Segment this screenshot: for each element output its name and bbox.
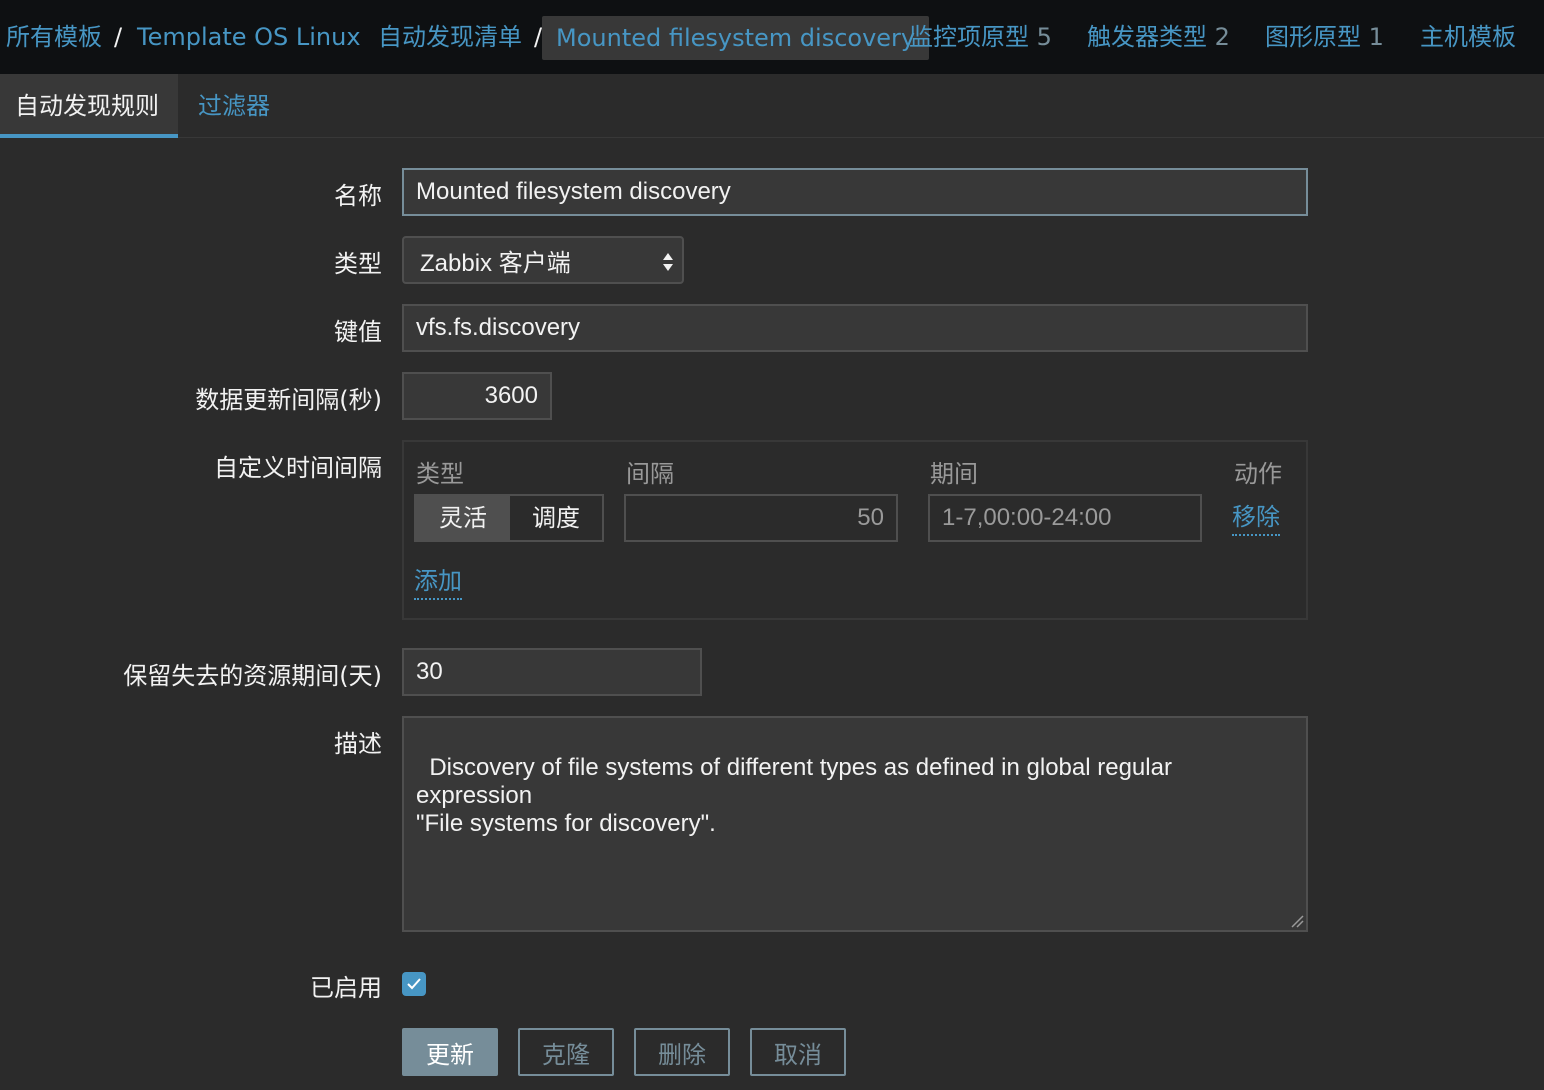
interval-type-flexible[interactable]: 灵活: [416, 496, 510, 540]
nav-graph-prototypes[interactable]: 图形原型 1: [1265, 0, 1384, 74]
keep-lost-resources-input[interactable]: 30: [402, 648, 702, 696]
add-interval-link[interactable]: 添加: [414, 564, 462, 600]
breadcrumb-template[interactable]: Template OS Linux: [137, 0, 361, 74]
interval-type-toggle: 灵活 调度: [414, 494, 604, 542]
delete-button[interactable]: 删除: [634, 1028, 730, 1076]
select-arrows-icon: [663, 253, 673, 271]
top-navigation: 所有模板 / Template OS Linux 自动发现清单 / Mounte…: [0, 0, 1544, 74]
update-interval-input[interactable]: 3600: [402, 372, 552, 420]
resize-handle-icon[interactable]: [1290, 914, 1304, 928]
type-label: 类型: [334, 250, 382, 278]
nav-host-prototypes[interactable]: 主机模板: [1420, 0, 1516, 74]
period-input[interactable]: 1-7,00:00-24:00: [928, 494, 1202, 542]
breadcrumb-discovery-list[interactable]: 自动发现清单: [378, 0, 522, 74]
type-select-value: Zabbix 客户端: [420, 249, 571, 277]
type-select[interactable]: Zabbix 客户端: [402, 236, 684, 284]
keep-lost-resources-label: 保留失去的资源期间(天): [123, 662, 382, 690]
breadcrumb-separator: /: [534, 23, 543, 51]
update-button[interactable]: 更新: [402, 1028, 498, 1076]
remove-interval-link[interactable]: 移除: [1232, 500, 1280, 536]
tab-filters[interactable]: 过滤器: [183, 74, 285, 138]
update-interval-label: 数据更新间隔(秒): [195, 386, 382, 414]
item-prototypes-label: 监控项原型: [909, 23, 1029, 51]
breadcrumb-separator: /: [114, 23, 123, 51]
nav-item-prototypes[interactable]: 监控项原型 5: [909, 0, 1052, 74]
cancel-button[interactable]: 取消: [750, 1028, 846, 1076]
key-input[interactable]: vfs.fs.discovery: [402, 304, 1308, 352]
column-header-action: 动作: [1234, 460, 1282, 488]
trigger-prototypes-label: 触发器类型: [1087, 23, 1207, 51]
interval-input[interactable]: 50: [624, 494, 898, 542]
name-label: 名称: [334, 182, 382, 210]
graph-prototypes-label: 图形原型: [1265, 23, 1361, 51]
custom-intervals-label: 自定义时间间隔: [214, 454, 382, 482]
tab-bar: 自动发现规则 过滤器: [0, 74, 1544, 138]
column-header-period: 期间: [930, 460, 978, 488]
breadcrumb-all-templates[interactable]: 所有模板: [6, 0, 102, 74]
enabled-checkbox[interactable]: [402, 972, 426, 996]
description-label: 描述: [334, 730, 382, 758]
trigger-prototypes-count: 2: [1214, 23, 1230, 51]
description-textarea[interactable]: Discovery of file systems of different t…: [402, 716, 1308, 932]
checkmark-icon: [407, 978, 421, 990]
interval-type-scheduling[interactable]: 调度: [510, 496, 602, 540]
tab-discovery-rule[interactable]: 自动发现规则: [0, 74, 178, 138]
item-prototypes-count: 5: [1036, 23, 1052, 51]
nav-trigger-prototypes[interactable]: 触发器类型 2: [1087, 0, 1230, 74]
column-header-type: 类型: [416, 460, 464, 488]
column-header-interval: 间隔: [626, 460, 674, 488]
name-input[interactable]: Mounted filesystem discovery: [402, 168, 1308, 216]
graph-prototypes-count: 1: [1368, 23, 1384, 51]
description-text: Discovery of file systems of different t…: [416, 754, 1172, 837]
custom-intervals-table: 类型 间隔 期间 动作 灵活 调度 50 1-7,00:00-24:00 移除 …: [402, 440, 1308, 620]
key-label: 键值: [334, 318, 382, 346]
enabled-label: 已启用: [310, 974, 382, 1002]
clone-button[interactable]: 克隆: [518, 1028, 614, 1076]
breadcrumb-current-rule[interactable]: Mounted filesystem discovery: [542, 16, 930, 60]
